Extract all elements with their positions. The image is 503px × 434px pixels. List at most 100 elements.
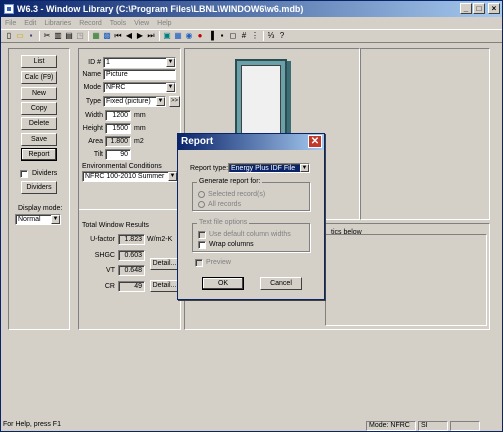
app-icon bbox=[4, 4, 14, 14]
chevron-down-icon[interactable]: ▼ bbox=[168, 172, 177, 181]
help-icon[interactable]: ? bbox=[277, 31, 287, 41]
area-unit: m2 bbox=[134, 138, 144, 145]
new-file-icon[interactable]: ▯ bbox=[4, 31, 14, 41]
maximize-button[interactable]: □ bbox=[473, 3, 485, 14]
open-folder-icon[interactable]: ▭ bbox=[15, 31, 25, 41]
grid-icon[interactable]: # bbox=[239, 31, 249, 41]
save-disk-icon[interactable]: ▪ bbox=[26, 31, 36, 41]
dialog-title: Report bbox=[181, 136, 214, 147]
chevron-down-icon[interactable]: ▼ bbox=[166, 58, 175, 67]
generate-report-group: Generate report for: Selected record(s) … bbox=[192, 178, 310, 211]
report-type-select[interactable]: Energy Plus IDF File ▼ bbox=[228, 163, 310, 173]
id-label: ID # bbox=[88, 59, 101, 66]
copy-button[interactable]: Copy bbox=[21, 102, 57, 115]
ok-button[interactable]: OK bbox=[202, 277, 244, 290]
dividers-button[interactable]: Dividers bbox=[21, 181, 57, 194]
type-select[interactable]: Fixed (picture) ▼ bbox=[103, 96, 166, 107]
mode-select[interactable]: NFRC ▼ bbox=[103, 82, 176, 93]
divider-library-icon[interactable]: ▪ bbox=[217, 31, 227, 41]
next-record-icon[interactable]: ▶ bbox=[135, 31, 145, 41]
glazing-library-icon[interactable]: ▣ bbox=[162, 31, 172, 41]
height-field[interactable]: 1500 bbox=[105, 123, 131, 134]
vt-value: 0.648 bbox=[118, 265, 145, 276]
cancel-button[interactable]: Cancel bbox=[260, 277, 302, 290]
prev-record-icon[interactable]: ◀ bbox=[124, 31, 134, 41]
shading-library-icon[interactable]: ● bbox=[195, 31, 205, 41]
thermal-icon[interactable]: ⋮ bbox=[250, 31, 260, 41]
env-conditions-select[interactable]: NFRC 100-2010 Summer ▼ bbox=[82, 171, 178, 182]
window-title: W6.3 - Window Library (C:\Program Files\… bbox=[17, 4, 304, 14]
menu-view[interactable]: View bbox=[134, 20, 149, 27]
copy-icon[interactable]: ▥ bbox=[53, 31, 63, 41]
ufactor-value: 1.823 bbox=[118, 234, 145, 245]
title-bar: W6.3 - Window Library (C:\Program Files\… bbox=[1, 1, 502, 17]
id-value: 1 bbox=[106, 59, 110, 66]
detail-button-1[interactable]: Detail... bbox=[150, 258, 179, 270]
height-unit: mm bbox=[134, 125, 146, 132]
all-records-radio[interactable] bbox=[198, 201, 205, 208]
type-details-button[interactable]: >> bbox=[169, 96, 180, 107]
menu-help[interactable]: Help bbox=[157, 20, 171, 27]
menu-file[interactable]: File bbox=[5, 20, 16, 27]
display-mode-value: Normal bbox=[18, 216, 41, 223]
dividers-checkbox-label: Dividers bbox=[32, 170, 58, 177]
menu-tools[interactable]: Tools bbox=[110, 20, 126, 27]
calc-button[interactable]: Calc (F9) bbox=[21, 71, 57, 84]
empty-panel bbox=[1, 332, 502, 419]
detail-view-icon[interactable]: ▩ bbox=[102, 31, 112, 41]
display-mode-select[interactable]: Normal ▼ bbox=[15, 214, 61, 225]
delete-button[interactable]: Delete bbox=[21, 117, 57, 130]
close-button[interactable]: × bbox=[488, 3, 500, 14]
selected-records-radio[interactable] bbox=[198, 191, 205, 198]
fraction-icon[interactable]: ⅓ bbox=[266, 31, 276, 41]
detail-button-2[interactable]: Detail... bbox=[150, 280, 179, 292]
menu-record[interactable]: Record bbox=[79, 20, 102, 27]
chevron-down-icon[interactable]: ▼ bbox=[51, 215, 60, 224]
preview-checkbox[interactable] bbox=[195, 259, 203, 267]
preview-label: Preview bbox=[206, 259, 231, 266]
status-mode: Mode: NFRC bbox=[366, 421, 416, 431]
save-button[interactable]: Save bbox=[21, 133, 57, 146]
chevron-down-icon[interactable]: ▼ bbox=[300, 164, 309, 172]
left-button-panel: List Calc (F9) New Copy Delete Save Repo… bbox=[8, 48, 70, 330]
chevron-down-icon[interactable]: ▼ bbox=[156, 97, 165, 106]
env-conditions-value: NFRC 100-2010 Summer bbox=[85, 173, 165, 180]
right-side-panel bbox=[360, 48, 490, 220]
wrap-columns-label: Wrap columns bbox=[209, 241, 254, 248]
id-select[interactable]: 1 ▼ bbox=[103, 57, 176, 68]
frame-library-icon[interactable]: ▐ bbox=[206, 31, 216, 41]
last-record-icon[interactable]: ⏭ bbox=[146, 31, 156, 41]
new-button[interactable]: New bbox=[21, 87, 57, 100]
tilt-field[interactable]: 90 bbox=[105, 149, 131, 160]
mode-value: NFRC bbox=[106, 84, 126, 91]
shgc-label: SHGC bbox=[94, 252, 115, 259]
paste-icon[interactable]: ▤ bbox=[64, 31, 74, 41]
status-help-text: For Help, press F1 bbox=[3, 421, 61, 428]
first-record-icon[interactable]: ⏮ bbox=[113, 31, 123, 41]
name-field[interactable]: Picture bbox=[103, 69, 176, 80]
use-default-widths-checkbox[interactable] bbox=[198, 231, 206, 239]
list-button[interactable]: List bbox=[21, 55, 57, 68]
report-button[interactable]: Report bbox=[21, 148, 57, 161]
chevron-down-icon[interactable]: ▼ bbox=[166, 83, 175, 92]
gas-library-icon[interactable]: ◉ bbox=[184, 31, 194, 41]
width-label: Width bbox=[85, 112, 103, 119]
list-view-icon[interactable]: ▦ bbox=[91, 31, 101, 41]
gap-library-icon[interactable]: ▦ bbox=[173, 31, 183, 41]
wrap-columns-checkbox[interactable] bbox=[198, 241, 206, 249]
close-icon[interactable]: ✕ bbox=[308, 135, 322, 148]
dividers-checkbox[interactable] bbox=[20, 170, 28, 178]
window-library-icon[interactable]: ◻ bbox=[228, 31, 238, 41]
width-field[interactable]: 1200 bbox=[105, 110, 131, 121]
cr-label: CR bbox=[104, 283, 115, 290]
minimize-button[interactable]: _ bbox=[460, 3, 472, 14]
generate-report-label: Generate report for: bbox=[197, 178, 263, 185]
divider-line bbox=[79, 209, 180, 210]
menu-edit[interactable]: Edit bbox=[24, 20, 36, 27]
report-type-value: Energy Plus IDF File bbox=[231, 165, 296, 172]
cut-icon[interactable]: ✂ bbox=[42, 31, 52, 41]
results-subpanel bbox=[325, 234, 487, 326]
results-title: Total Window Results bbox=[82, 222, 149, 229]
print-icon[interactable]: ◳ bbox=[75, 31, 85, 41]
menu-libraries[interactable]: Libraries bbox=[44, 20, 71, 27]
